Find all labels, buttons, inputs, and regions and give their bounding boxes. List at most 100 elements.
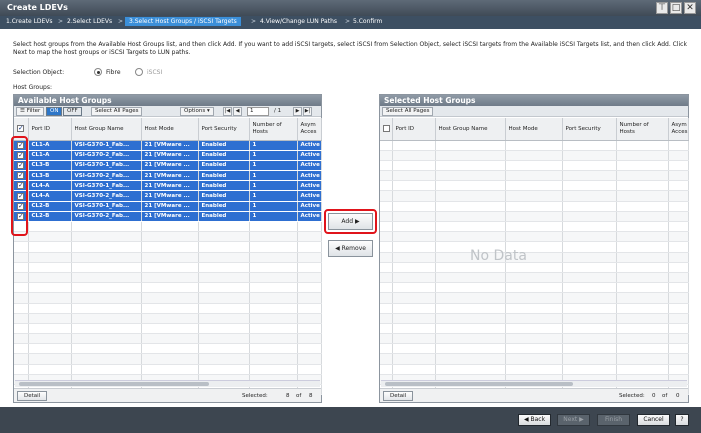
table-row[interactable]: CL2-BVSI-G370-2_Fab...21 [VMware ...Enab… xyxy=(14,211,322,223)
table-cell: 21 [VMware ... xyxy=(141,140,199,151)
table-row[interactable]: CL3-BVSI-G370-1_Fab...21 [VMware ...Enab… xyxy=(14,160,322,172)
table-cell: Enabled xyxy=(198,180,250,192)
empty-row xyxy=(380,170,689,182)
table-row[interactable]: CL4-AVSI-G370-1_Fab...21 [VMware ...Enab… xyxy=(14,180,322,192)
col-port-security[interactable]: Port Security xyxy=(198,118,250,141)
col-host-group-name[interactable]: Host Group Name xyxy=(71,118,142,141)
page-input[interactable]: 1 xyxy=(247,107,269,116)
back-button[interactable]: ◀ Back xyxy=(518,414,551,426)
host-groups-label: Host Groups: xyxy=(13,84,52,91)
maximize-icon[interactable]: □ xyxy=(670,2,682,14)
iscsi-radio-label[interactable]: iSCSI xyxy=(147,69,162,76)
filter-button[interactable]: ☰ Filter xyxy=(16,107,45,116)
pin-icon[interactable]: ⊤ xyxy=(656,2,668,14)
empty-row xyxy=(380,231,689,243)
empty-row xyxy=(380,140,689,151)
table-cell: 21 [VMware ... xyxy=(141,201,199,212)
last-page-icon[interactable]: ▶| xyxy=(303,107,312,116)
first-page-icon[interactable]: |◀ xyxy=(223,107,232,116)
table-cell: 1 xyxy=(249,190,298,202)
table-cell: VSI-G370-2_Fab... xyxy=(71,190,142,202)
available-detail-button[interactable]: Detail xyxy=(17,391,48,401)
step-separator: > xyxy=(118,18,124,25)
step-5: 5.Confirm xyxy=(353,18,383,25)
table-row[interactable]: CL4-AVSI-G370-2_Fab...21 [VMware ...Enab… xyxy=(14,190,322,202)
selected-col-port-id[interactable]: Port ID xyxy=(392,118,436,141)
scroll-thumb[interactable] xyxy=(19,382,209,386)
table-row[interactable]: CL1-AVSI-G370-1_Fab...21 [VMware ...Enab… xyxy=(14,140,322,151)
filter-on-toggle[interactable]: ON xyxy=(46,107,63,116)
empty-row xyxy=(380,282,689,294)
col-number-of-hosts[interactable]: Number of Hosts xyxy=(249,118,298,141)
empty-row xyxy=(14,252,322,263)
table-cell: Active xyxy=(297,140,322,151)
iscsi-radio[interactable] xyxy=(135,68,143,76)
selected-col-number-of-hosts[interactable]: Number of Hosts xyxy=(616,118,669,141)
selected-selected-count: 0 xyxy=(652,393,656,399)
next-button[interactable]: Next ▶ xyxy=(557,414,590,426)
fibre-radio-label[interactable]: Fibre xyxy=(106,69,121,76)
table-cell: VSI-G370-2_Fab... xyxy=(71,211,142,223)
table-cell: 21 [VMware ... xyxy=(141,190,199,202)
table-cell: Active xyxy=(297,211,322,223)
selected-select-all-pages-button[interactable]: Select All Pages xyxy=(382,107,434,116)
table-cell: Active xyxy=(297,190,322,202)
selected-selected-label: Selected: xyxy=(619,393,645,399)
empty-row xyxy=(14,292,322,304)
selected-select-all-checkbox-cell[interactable] xyxy=(380,118,393,141)
finish-button[interactable]: Finish xyxy=(597,414,630,426)
empty-row xyxy=(14,231,322,243)
selected-col-port-security[interactable]: Port Security xyxy=(562,118,617,141)
available-host-groups-table: Port ID Host Group Name Host Mode Port S… xyxy=(14,118,322,396)
empty-row xyxy=(14,353,322,365)
selected-col-asym-access[interactable]: Asym Acces xyxy=(668,118,689,141)
checkbox-highlight xyxy=(11,136,28,236)
empty-row xyxy=(14,323,322,335)
table-cell: VSI-G370-1_Fab... xyxy=(71,140,142,151)
selected-select-all-checkbox[interactable] xyxy=(383,125,390,133)
empty-row xyxy=(380,160,689,172)
wizard-footer: ◀ Back Next ▶ Finish Cancel ? xyxy=(0,407,701,433)
selected-hscrollbar[interactable] xyxy=(381,380,687,387)
next-page-icon[interactable]: ▶ xyxy=(293,107,302,116)
table-cell: Enabled xyxy=(198,140,250,151)
selected-total-count: 0 xyxy=(676,393,680,399)
available-hscrollbar[interactable] xyxy=(15,380,320,387)
close-icon[interactable]: ✕ xyxy=(684,2,696,14)
table-cell: Active xyxy=(297,160,322,172)
select-all-checkbox[interactable] xyxy=(17,124,24,133)
wizard-steps: 1.Create LDEVs > 2.Select LDEVs > 3.Sele… xyxy=(0,16,701,29)
col-asym-access[interactable]: Asym Acces xyxy=(297,118,322,141)
empty-row xyxy=(14,364,322,375)
table-cell: Active xyxy=(297,170,322,182)
filter-off-toggle[interactable]: OFF xyxy=(63,107,82,116)
selected-panel-title: Selected Host Groups xyxy=(380,95,688,106)
empty-row xyxy=(14,221,322,233)
selected-footer: Detail Selected: 0 of 0 xyxy=(380,388,688,402)
prev-page-icon[interactable]: ◀ xyxy=(233,107,242,116)
select-all-pages-button[interactable]: Select All Pages xyxy=(91,107,143,116)
col-port-id[interactable]: Port ID xyxy=(28,118,72,141)
empty-row xyxy=(14,282,322,294)
selected-col-host-mode[interactable]: Host Mode xyxy=(505,118,563,141)
table-cell: 21 [VMware ... xyxy=(141,160,199,172)
table-row[interactable]: CL3-BVSI-G370-2_Fab...21 [VMware ...Enab… xyxy=(14,170,322,182)
table-row[interactable]: CL1-AVSI-G370-2_Fab...21 [VMware ...Enab… xyxy=(14,150,322,161)
selected-col-host-group-name[interactable]: Host Group Name xyxy=(435,118,506,141)
selected-detail-button[interactable]: Detail xyxy=(383,391,414,401)
help-icon[interactable]: ? xyxy=(675,414,689,426)
table-cell: VSI-G370-1_Fab... xyxy=(71,201,142,212)
available-total-count: 8 xyxy=(309,393,313,399)
remove-button[interactable]: ◀ Remove xyxy=(328,240,373,257)
filter-icon: ☰ xyxy=(20,108,25,114)
options-dropdown[interactable]: Options ▾ xyxy=(180,107,214,116)
scroll-thumb[interactable] xyxy=(385,382,573,386)
cancel-button[interactable]: Cancel xyxy=(637,414,670,426)
fibre-radio[interactable] xyxy=(94,68,102,76)
table-row[interactable]: CL2-BVSI-G370-1_Fab...21 [VMware ...Enab… xyxy=(14,201,322,212)
table-cell: Enabled xyxy=(198,170,250,182)
col-host-mode[interactable]: Host Mode xyxy=(141,118,199,141)
add-button-highlight xyxy=(324,209,377,234)
selected-of-label: of xyxy=(662,393,668,399)
empty-row xyxy=(14,262,322,273)
